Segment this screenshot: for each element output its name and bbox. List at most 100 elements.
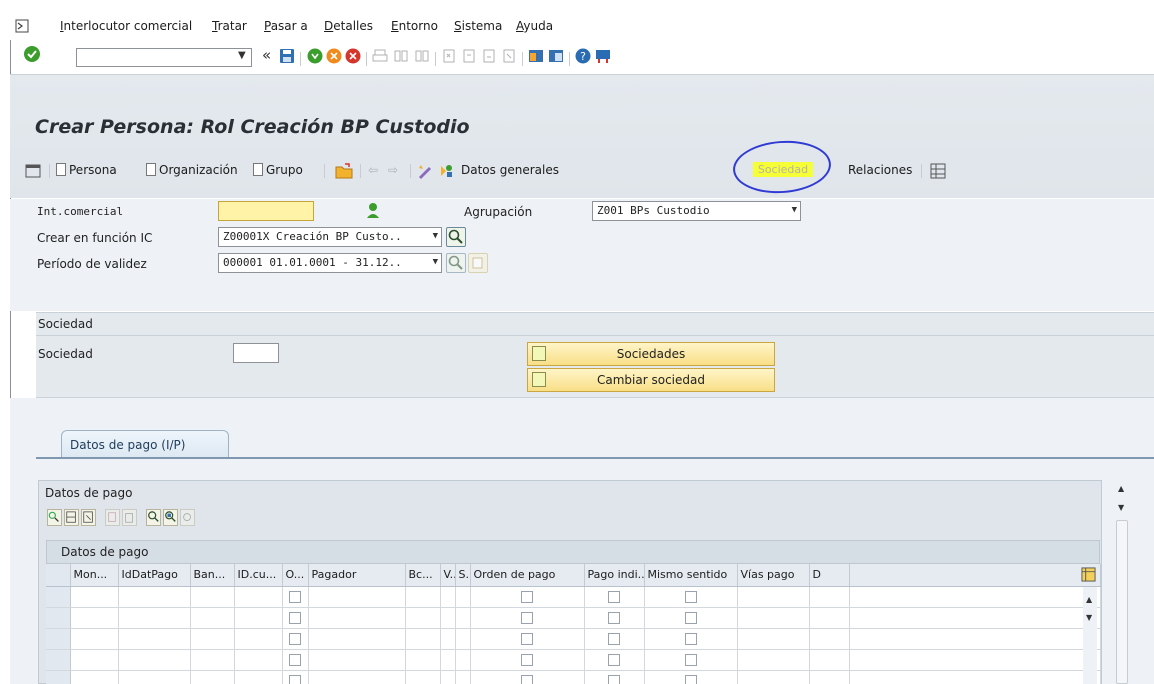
row-selector[interactable] — [46, 649, 71, 671]
checkbox[interactable] — [289, 591, 301, 603]
checkbox[interactable] — [521, 591, 533, 603]
table-cell[interactable] — [809, 649, 850, 671]
checkbox[interactable] — [684, 612, 697, 624]
col-header[interactable]: Bc... — [405, 564, 441, 587]
screen-toggle-icon[interactable] — [25, 164, 41, 178]
scroll-up-icon[interactable]: ▲ — [1118, 484, 1124, 493]
cancel-red-icon[interactable] — [345, 48, 361, 64]
table-cell[interactable] — [282, 628, 309, 650]
table-insert-row-button[interactable] — [64, 509, 79, 526]
table-cell[interactable] — [70, 628, 119, 650]
table-cell[interactable] — [190, 628, 235, 650]
row-selector[interactable] — [46, 628, 71, 650]
periodo-search-button[interactable] — [446, 253, 466, 273]
table-cell[interactable] — [308, 607, 406, 629]
menu-ayuda[interactable]: Ayuda — [516, 19, 553, 33]
table-cell[interactable] — [644, 670, 738, 684]
checkbox[interactable] — [608, 591, 620, 603]
table-cell[interactable] — [455, 628, 471, 650]
sociedades-button[interactable]: Sociedades — [527, 342, 775, 366]
table-trash-button[interactable] — [122, 509, 137, 526]
table-details-button[interactable] — [47, 509, 62, 526]
checkbox[interactable] — [521, 633, 533, 645]
table-cell[interactable] — [809, 607, 850, 629]
col-header[interactable]: Ban... — [190, 564, 235, 587]
table-cell[interactable] — [809, 586, 850, 608]
crear-funcion-search-button[interactable] — [446, 227, 466, 247]
table-cell[interactable] — [737, 649, 810, 671]
layout-settings-icon[interactable] — [595, 48, 611, 64]
table-cell[interactable] — [455, 586, 471, 608]
periodo-select[interactable]: 000001 01.01.0001 - 31.12.. ▼ — [218, 253, 442, 273]
table-cell[interactable] — [440, 649, 456, 671]
col-header[interactable]: Mismo sentido — [644, 564, 738, 587]
table-cell[interactable] — [190, 649, 235, 671]
table-cell[interactable] — [849, 586, 1101, 608]
table-cell[interactable] — [308, 586, 406, 608]
crear-funcion-select[interactable]: Z00001X Creación BP Custo.. ▼ — [218, 227, 442, 247]
table-cell[interactable] — [849, 649, 1101, 671]
table-cell[interactable] — [70, 586, 119, 608]
table-cell[interactable] — [455, 670, 471, 684]
table-cell[interactable] — [470, 586, 585, 608]
table-cell[interactable] — [282, 607, 309, 629]
table-cell[interactable] — [308, 649, 406, 671]
table-cell[interactable] — [737, 670, 810, 684]
checkbox[interactable] — [684, 675, 697, 684]
checkbox[interactable] — [684, 591, 697, 603]
table-cell[interactable] — [584, 586, 645, 608]
table-cell[interactable] — [584, 670, 645, 684]
screen-vertical-scrollbar[interactable]: ▲ ▼ — [1114, 480, 1130, 684]
table-cell[interactable] — [190, 670, 235, 684]
checkbox[interactable] — [608, 675, 620, 684]
int-comercial-input[interactable] — [218, 201, 314, 221]
new-organizacion-button[interactable]: Organización — [146, 163, 238, 177]
table-cell[interactable] — [118, 586, 191, 608]
table-cell[interactable] — [282, 670, 309, 684]
table-cell[interactable] — [70, 607, 119, 629]
table-cell[interactable] — [190, 586, 235, 608]
table-cell[interactable] — [440, 670, 456, 684]
table-cell[interactable] — [849, 628, 1101, 650]
table-cell[interactable] — [234, 670, 283, 684]
table-cell[interactable] — [70, 649, 119, 671]
checkbox[interactable] — [289, 612, 301, 624]
table-cell[interactable] — [118, 670, 191, 684]
command-field[interactable] — [76, 48, 252, 67]
menu-entorno[interactable]: Entorno — [391, 19, 438, 33]
scroll-down-icon[interactable]: ▼ — [1086, 613, 1092, 622]
find-icon[interactable] — [393, 48, 409, 64]
new-persona-button[interactable]: Persona — [56, 163, 117, 177]
next-record-icon[interactable]: ⇨ — [388, 163, 398, 177]
table-cell[interactable] — [405, 649, 441, 671]
table-cell[interactable] — [644, 607, 738, 629]
table-cell[interactable] — [234, 628, 283, 650]
table-delete-row-button[interactable] — [81, 509, 96, 526]
menu-interlocutor[interactable]: Interlocutor comercial — [60, 19, 192, 33]
table-cell[interactable] — [849, 607, 1101, 629]
previous-record-icon[interactable]: ⇦ — [368, 163, 378, 177]
table-vertical-scrollbar[interactable]: ▲ ▼ — [1083, 587, 1097, 684]
agrupacion-select[interactable]: Z001 BPs Custodio ▼ — [592, 201, 801, 221]
row-selector[interactable] — [46, 586, 71, 608]
table-cell[interactable] — [470, 649, 585, 671]
table-settings-icon[interactable] — [1080, 567, 1096, 582]
table-cell[interactable] — [470, 607, 585, 629]
table-cell[interactable] — [190, 607, 235, 629]
table-cell[interactable] — [470, 628, 585, 650]
table-search-next-button[interactable] — [163, 509, 178, 526]
row-selector[interactable] — [46, 670, 71, 684]
col-header[interactable]: V.. — [440, 564, 456, 587]
table-cell[interactable] — [737, 586, 810, 608]
sociedad-input[interactable] — [233, 343, 279, 363]
table-cell[interactable] — [584, 607, 645, 629]
scroll-down-icon[interactable]: ▼ — [1118, 503, 1124, 512]
table-cell[interactable] — [70, 670, 119, 684]
table-cell[interactable] — [644, 628, 738, 650]
cambiar-sociedad-button[interactable]: Cambiar sociedad — [527, 368, 775, 392]
col-header[interactable]: IdDatPago — [118, 564, 191, 587]
menu-pasar-a[interactable]: Pasar a — [264, 19, 308, 33]
table-settings-button[interactable] — [180, 509, 195, 526]
first-page-icon[interactable] — [441, 48, 457, 64]
back-chevrons-icon[interactable]: « — [262, 46, 271, 64]
